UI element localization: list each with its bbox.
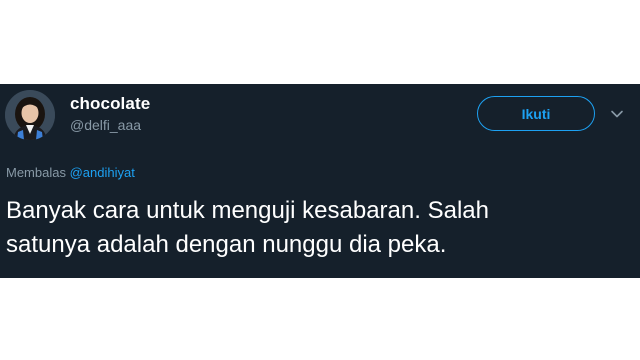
reply-prefix: Membalas <box>6 165 66 180</box>
tweet-text-line-2: satunya adalah dengan nunggu dia peka. <box>6 231 447 258</box>
chevron-down-icon[interactable] <box>609 106 625 122</box>
tweet-text: Banyak cara untuk menguji kesabaran. Sal… <box>6 194 626 262</box>
tweet-card: chocolate @delfi_aaa Ikuti Membalas @and… <box>0 84 640 278</box>
reply-context: Membalas @andihiyat <box>6 165 135 180</box>
reply-mention-link[interactable]: @andihiyat <box>70 165 135 180</box>
user-handle[interactable]: @delfi_aaa <box>70 117 141 133</box>
avatar[interactable] <box>5 90 55 140</box>
follow-button[interactable]: Ikuti <box>477 96 595 131</box>
tweet-text-line-1: Banyak cara untuk menguji kesabaran. Sal… <box>6 197 489 224</box>
display-name[interactable]: chocolate <box>70 94 150 114</box>
avatar-image <box>5 90 55 140</box>
